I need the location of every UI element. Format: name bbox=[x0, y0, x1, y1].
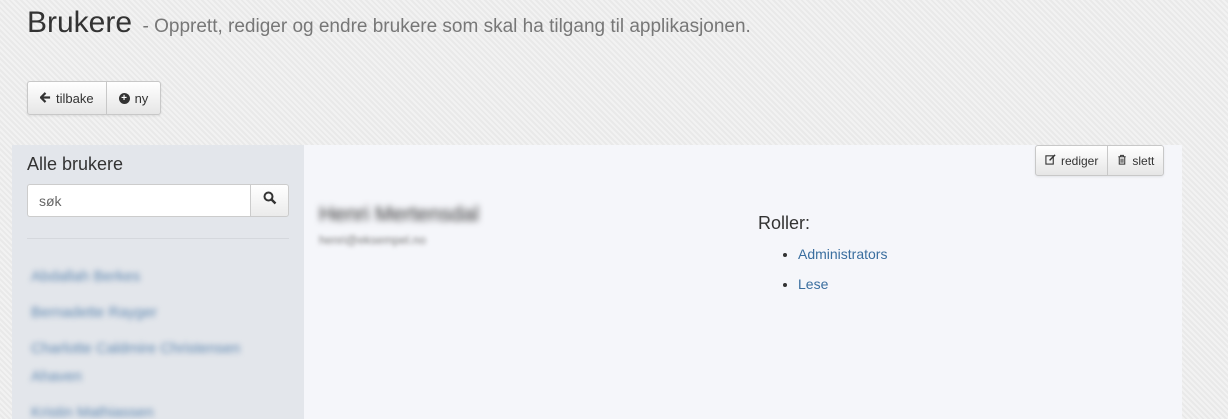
new-button-label: ny bbox=[134, 90, 149, 106]
user-list: Abdallah Berkes Bernadette Rayger Charlo… bbox=[31, 263, 261, 419]
trash-icon bbox=[1117, 154, 1127, 167]
role-item: Lese bbox=[798, 274, 887, 294]
back-button[interactable]: tilbake bbox=[28, 82, 106, 114]
user-list-item[interactable]: Charlotte Caldmire Christensen Ahaven bbox=[31, 335, 261, 391]
search-icon bbox=[263, 191, 277, 210]
user-sidebar: Alle brukere Abdallah Berkes Bernadette … bbox=[12, 145, 304, 419]
search-group bbox=[27, 184, 289, 217]
role-link-lese[interactable]: Lese bbox=[798, 276, 828, 292]
edit-icon bbox=[1045, 154, 1056, 167]
back-button-label: tilbake bbox=[56, 90, 94, 106]
edit-button-label: rediger bbox=[1061, 153, 1099, 168]
role-link-administrators[interactable]: Administrators bbox=[798, 246, 887, 262]
new-button[interactable]: + ny bbox=[105, 82, 161, 114]
arrow-left-icon bbox=[39, 91, 51, 105]
roles-list: Administrators Lese bbox=[780, 244, 887, 304]
selected-user-name: Henri Mertensdal bbox=[319, 203, 479, 226]
user-list-item[interactable]: Kristin Mathiassen bbox=[31, 399, 261, 419]
roles-title: Roller: bbox=[758, 213, 811, 233]
delete-button[interactable]: slett bbox=[1107, 146, 1163, 175]
user-list-item[interactable]: Bernadette Rayger bbox=[31, 299, 261, 327]
selected-user-email: henri@eksempel.no bbox=[319, 233, 426, 247]
user-list-item[interactable]: Abdallah Berkes bbox=[31, 263, 261, 291]
search-input[interactable] bbox=[27, 184, 250, 217]
page-header: Brukere - Opprett, rediger og endre bruk… bbox=[27, 6, 751, 40]
sidebar-title: Alle brukere bbox=[27, 154, 124, 174]
edit-button[interactable]: rediger bbox=[1036, 146, 1107, 175]
delete-button-label: slett bbox=[1132, 153, 1155, 168]
toolbar: tilbake + ny bbox=[27, 81, 162, 115]
sidebar-divider bbox=[27, 238, 289, 239]
role-item: Administrators bbox=[798, 244, 887, 264]
page-subtitle: - Opprett, rediger og endre brukere som … bbox=[142, 16, 751, 37]
search-button[interactable] bbox=[250, 184, 289, 217]
page-title: Brukere bbox=[27, 6, 133, 39]
plus-circle-icon: + bbox=[118, 92, 130, 104]
detail-toolbar: rediger slett bbox=[1035, 145, 1165, 176]
